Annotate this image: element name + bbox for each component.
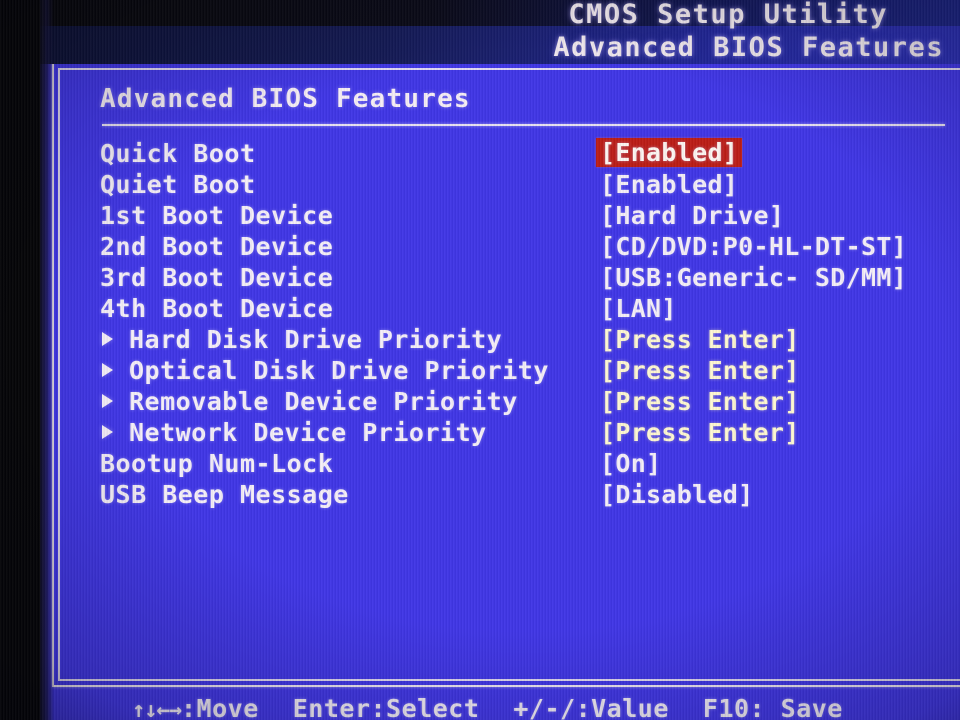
option-label: Bootup Num-Lock bbox=[100, 449, 334, 478]
option-label: Network Device Priority bbox=[102, 417, 487, 448]
option-label: 1st Boot Device bbox=[100, 201, 334, 230]
option-label-text: Removable Device Priority bbox=[129, 387, 518, 416]
option-row[interactable]: 2nd Boot Device [CD/DVD:P0-HL-DT-ST] bbox=[100, 231, 960, 262]
option-row[interactable]: 3rd Boot Device [USB:Generic- SD/MM] bbox=[100, 262, 960, 293]
option-value[interactable]: [CD/DVD:P0-HL-DT-ST] bbox=[600, 231, 907, 262]
option-label: USB Beep Message bbox=[100, 480, 349, 509]
option-label: 2nd Boot Device bbox=[100, 232, 334, 261]
option-row[interactable]: Quick Boot [Enabled] bbox=[100, 138, 960, 169]
footer-key-text: +/-/:Value bbox=[513, 694, 669, 720]
option-value[interactable]: [Press Enter] bbox=[600, 324, 800, 355]
titlebar: CMOS Setup Utility Advanced BIOS Feature… bbox=[0, 0, 960, 63]
bios-screen: CMOS Setup Utility Advanced BIOS Feature… bbox=[0, 0, 960, 720]
footer-key-text: :Move bbox=[180, 694, 259, 720]
option-label: Quick Boot bbox=[100, 139, 256, 168]
option-row[interactable]: 4th Boot Device [LAN] bbox=[100, 293, 960, 324]
submenu-arrow-icon bbox=[102, 332, 113, 346]
option-label: Quiet Boot bbox=[100, 170, 256, 199]
option-row[interactable]: Removable Device Priority [Press Enter] bbox=[100, 386, 960, 417]
option-label-text: Hard Disk Drive Priority bbox=[129, 325, 503, 354]
footer-key-hint: Enter:Select bbox=[293, 694, 480, 720]
option-row[interactable]: Network Device Priority [Press Enter] bbox=[100, 417, 960, 448]
footer-key-hint: ↑↓←→:Move bbox=[132, 694, 259, 720]
submenu-arrow-icon bbox=[102, 394, 113, 408]
footer-key-text: F10: Save bbox=[702, 694, 843, 720]
option-row[interactable]: 1st Boot Device [Hard Drive] bbox=[100, 200, 960, 231]
option-label: Hard Disk Drive Priority bbox=[102, 324, 502, 355]
option-value[interactable]: [Enabled] bbox=[600, 169, 738, 200]
footer-help-bar: ↑↓←→:Move Enter:Select +/-/:Value F10: Save bbox=[0, 694, 960, 720]
submenu-arrow-icon bbox=[102, 363, 113, 377]
option-row[interactable]: Hard Disk Drive Priority [Press Enter] bbox=[100, 324, 960, 355]
option-row[interactable]: Optical Disk Drive Priority [Press Enter] bbox=[100, 355, 960, 386]
option-label-text: Optical Disk Drive Priority bbox=[129, 356, 549, 385]
option-value[interactable]: [Press Enter] bbox=[600, 386, 800, 417]
heading-divider bbox=[102, 124, 945, 126]
option-value[interactable]: [LAN] bbox=[600, 293, 677, 324]
utility-title: CMOS Setup Utility bbox=[568, 0, 888, 30]
page-title: Advanced BIOS Features bbox=[100, 84, 471, 114]
option-value[interactable]: [Hard Drive] bbox=[600, 200, 784, 231]
footer-key-hint: F10: Save bbox=[703, 694, 843, 720]
option-value[interactable]: [On] bbox=[600, 448, 661, 479]
option-label: Optical Disk Drive Priority bbox=[102, 355, 549, 386]
footer-key-hint: +/-/:Value bbox=[513, 694, 669, 720]
content-area: Advanced BIOS Features Quick Boot [Enable… bbox=[60, 62, 960, 687]
option-row[interactable]: Bootup Num-Lock [On] bbox=[100, 448, 960, 479]
submenu-arrow-icon bbox=[102, 425, 113, 439]
section-title: Advanced BIOS Features bbox=[553, 32, 944, 63]
option-value[interactable]: [USB:Generic- SD/MM] bbox=[600, 262, 907, 293]
arrow-keys-icon: ↑↓←→ bbox=[132, 698, 182, 720]
options-list: Quick Boot [Enabled] Quiet Boot [Enabled] 1s… bbox=[100, 138, 960, 510]
option-value-selected[interactable]: [Enabled] bbox=[596, 138, 743, 167]
option-label: Removable Device Priority bbox=[102, 386, 518, 417]
option-value[interactable]: [Press Enter] bbox=[600, 417, 800, 448]
option-label: 3rd Boot Device bbox=[100, 263, 334, 292]
option-label-text: Network Device Priority bbox=[129, 418, 487, 447]
footer-key-list: ↑↓←→:Move Enter:Select +/-/:Value F10: Save bbox=[132, 694, 843, 720]
option-row[interactable]: USB Beep Message [Disabled] bbox=[100, 479, 960, 510]
option-label: 4th Boot Device bbox=[100, 294, 334, 323]
monitor-bezel-left bbox=[0, 0, 40, 720]
option-value[interactable]: [Press Enter] bbox=[600, 355, 800, 386]
monitor-bezel-left-glow bbox=[38, 0, 54, 720]
footer-key-text: Enter:Select bbox=[292, 694, 480, 720]
option-value[interactable]: [Disabled] bbox=[600, 479, 754, 510]
option-row[interactable]: Quiet Boot [Enabled] bbox=[100, 169, 960, 200]
